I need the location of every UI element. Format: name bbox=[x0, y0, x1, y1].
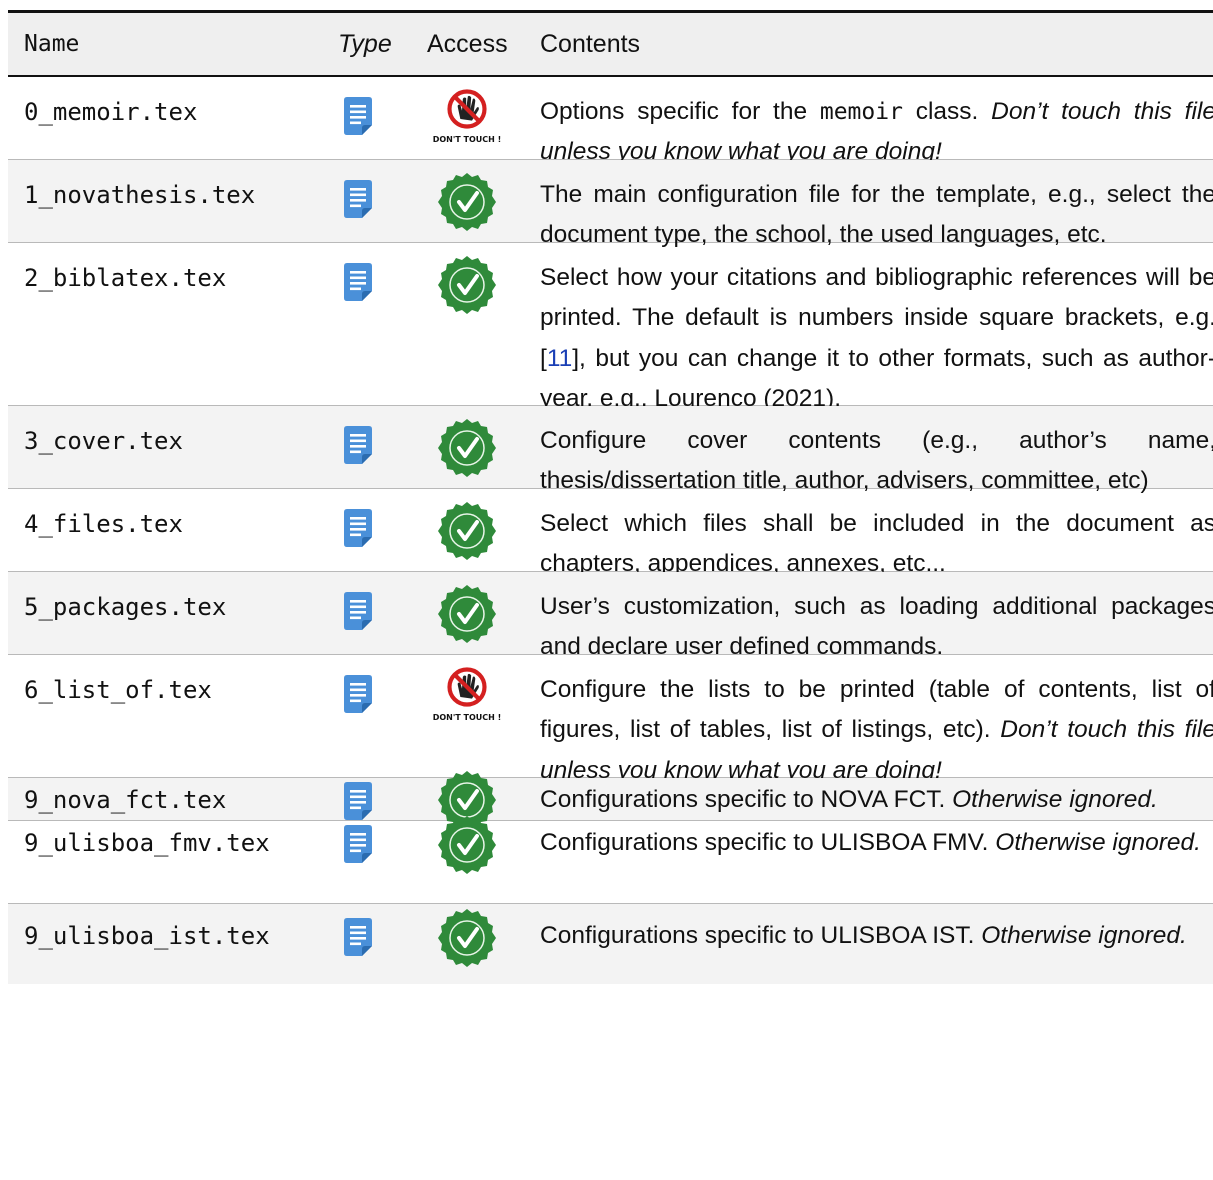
table-row: 9_ulisboa_fmv.tex Configurations specifi… bbox=[8, 821, 1213, 904]
file-name[interactable]: 2_biblatex.tex bbox=[24, 258, 226, 298]
text-document-icon bbox=[344, 592, 372, 630]
allowed-access-icon bbox=[432, 815, 502, 875]
row-description: Configure the lists to be printed (table… bbox=[540, 675, 1213, 784]
text-document-icon bbox=[344, 782, 372, 820]
file-name[interactable]: 3_cover.tex bbox=[24, 421, 183, 461]
allowed-access-icon bbox=[432, 584, 502, 644]
dont-touch-icon: DON'T TOUCH ! bbox=[432, 89, 502, 149]
table-row: 0_memoir.tex DON'T TOUCH ! Options speci… bbox=[8, 77, 1213, 165]
file-name[interactable]: 6_list_of.tex bbox=[24, 670, 212, 710]
table-body: 0_memoir.tex DON'T TOUCH ! Options speci… bbox=[8, 77, 1213, 984]
file-name[interactable]: 5_packages.tex bbox=[24, 587, 226, 627]
table-row: 5_packages.tex User’s customization, suc… bbox=[8, 571, 1213, 660]
dont-touch-label: DON'T TOUCH ! bbox=[432, 134, 502, 144]
table-row: 9_ulisboa_ist.tex Configurations specifi… bbox=[8, 903, 1213, 984]
allowed-access-icon bbox=[432, 172, 502, 232]
row-description: Select how your citations and bibliograp… bbox=[540, 263, 1213, 413]
header-contents: Contents bbox=[540, 30, 641, 58]
text-document-icon bbox=[344, 97, 372, 135]
text-document-icon bbox=[344, 263, 372, 301]
allowed-access-icon bbox=[432, 501, 502, 561]
text-document-icon bbox=[344, 918, 372, 956]
dont-touch-icon: DON'T TOUCH ! bbox=[432, 667, 502, 727]
dont-touch-label: DON'T TOUCH ! bbox=[432, 712, 502, 722]
row-description: Configurations specific to ULISBOA IST. … bbox=[540, 921, 1187, 949]
header-type: Type bbox=[338, 30, 392, 58]
file-name[interactable]: 4_files.tex bbox=[24, 504, 183, 544]
file-name[interactable]: 9_ulisboa_fmv.tex bbox=[24, 823, 270, 863]
text-document-icon bbox=[344, 675, 372, 713]
config-files-table: Name Type Access Contents 0_memoir.tex D… bbox=[8, 10, 1213, 984]
file-name[interactable]: 0_memoir.tex bbox=[24, 92, 197, 132]
allowed-access-icon bbox=[432, 255, 502, 315]
allowed-access-icon bbox=[432, 908, 502, 968]
table-row: 6_list_of.tex DON'T TOUCH ! Configure th… bbox=[8, 655, 1213, 784]
table-row: 2_biblatex.tex Select how your citations… bbox=[8, 243, 1213, 412]
file-name[interactable]: 9_ulisboa_ist.tex bbox=[24, 916, 270, 956]
text-document-icon bbox=[344, 180, 372, 218]
text-document-icon bbox=[344, 825, 372, 863]
row-description: Configurations specific to ULISBOA FMV. … bbox=[540, 828, 1201, 856]
allowed-access-icon bbox=[432, 418, 502, 478]
file-name[interactable]: 9_nova_fct.tex bbox=[24, 780, 226, 820]
text-document-icon bbox=[344, 426, 372, 464]
table-row: 9_nova_fct.tex Configurations specific t… bbox=[8, 778, 1213, 821]
file-name[interactable]: 1_novathesis.tex bbox=[24, 175, 255, 215]
citation-link[interactable]: 11 bbox=[547, 345, 572, 372]
table-row: 3_cover.tex Configure cover contents (e.… bbox=[8, 405, 1213, 494]
header-access: Access bbox=[427, 30, 508, 58]
table-row: 4_files.tex Select which files shall be … bbox=[8, 489, 1213, 577]
row-description: Configurations specific to NOVA FCT. Oth… bbox=[540, 785, 1158, 813]
header-name: Name bbox=[24, 31, 80, 57]
table-row: 1_novathesis.tex The main configuration … bbox=[8, 159, 1213, 248]
table-header: Name Type Access Contents bbox=[8, 13, 1213, 75]
text-document-icon bbox=[344, 509, 372, 547]
